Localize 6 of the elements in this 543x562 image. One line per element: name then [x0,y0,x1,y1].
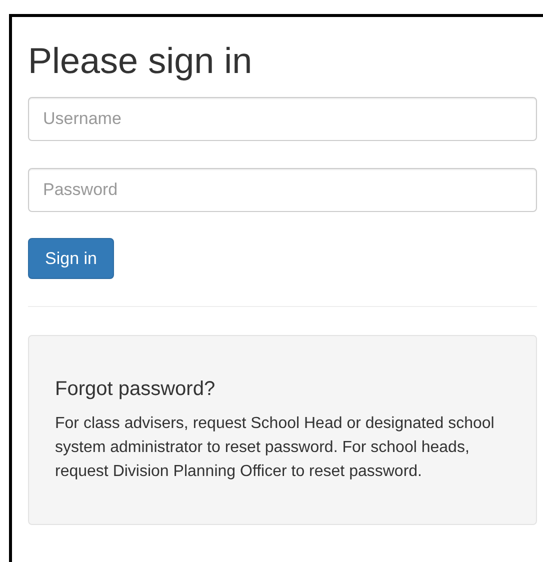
input-field[interactable]: Password [28,168,537,212]
input-field[interactable]: Username [28,97,537,141]
page-title: Please sign in [28,39,254,83]
help-heading: Forgot password? [55,377,216,402]
help-text: For class advisers, request School Head or designated school system administrator to reset password. For school heads, request Division Planning Officer to reset password. [55,414,496,482]
sign-in-button[interactable]: Sign in [28,238,114,279]
